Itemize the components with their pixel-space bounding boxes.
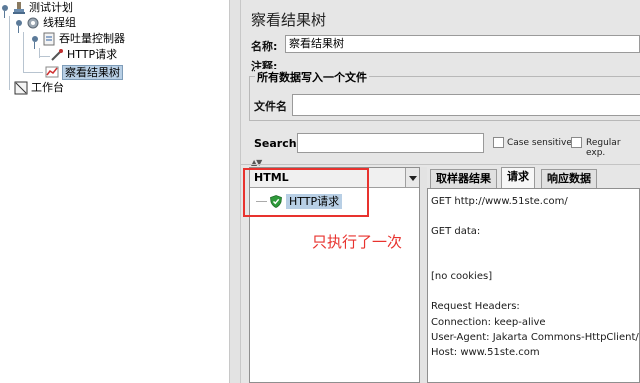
- test-plan-tree: 测试计划 线程组 吞吐量控制器 HTTP请求 察看结果树 工作台: [0, 0, 229, 383]
- name-field[interactable]: 察看结果树: [285, 35, 640, 53]
- divider: [241, 164, 640, 165]
- regular-exp-label: Regular exp.: [586, 138, 621, 158]
- tree-item-test-plan[interactable]: 测试计划: [1, 0, 73, 18]
- request-line: [no cookies]: [431, 271, 493, 282]
- tree-item-label: 工作台: [31, 81, 64, 94]
- filename-label: 文件名: [254, 100, 287, 113]
- request-line: GET http://www.51ste.com/: [431, 196, 568, 207]
- pane-splitter[interactable]: [229, 0, 241, 383]
- request-line: Connection: keep-alive: [431, 317, 546, 328]
- tree-item-label: 吞吐量控制器: [59, 32, 125, 45]
- test-plan-icon: [12, 1, 26, 15]
- tree-item-view-results-tree[interactable]: 察看结果树: [45, 64, 123, 80]
- toggle-icon[interactable]: [15, 19, 23, 33]
- search-input[interactable]: [297, 133, 484, 153]
- pipette-icon: [50, 48, 64, 62]
- name-label: 名称:: [251, 40, 278, 53]
- tree-item-throughput-controller[interactable]: 吞吐量控制器: [31, 31, 125, 49]
- page-title: 察看结果树: [251, 11, 327, 29]
- filename-field[interactable]: [292, 94, 640, 116]
- listener-chart-icon: [45, 65, 59, 79]
- tab-sampler-result[interactable]: 取样器结果: [430, 169, 497, 188]
- tree-item-label: 测试计划: [29, 1, 73, 14]
- tree-item-label: 察看结果树: [62, 64, 123, 80]
- write-to-file-title: 所有数据写入一个文件: [255, 69, 369, 85]
- regular-exp-checkbox[interactable]: [571, 137, 582, 148]
- tree-item-label: HTTP请求: [67, 48, 118, 61]
- chevron-down-icon[interactable]: [405, 168, 419, 187]
- toggle-icon[interactable]: [1, 4, 9, 18]
- tree-item-thread-group[interactable]: 线程组: [15, 15, 76, 33]
- request-line: Host: www.51ste.com: [431, 347, 540, 358]
- results-splitter[interactable]: [420, 167, 427, 383]
- tree-item-http-request[interactable]: HTTP请求: [50, 47, 117, 63]
- write-to-file-group: 所有数据写入一个文件 文件名: [249, 69, 640, 121]
- request-line: User-Agent: Jakarta Commons-HttpClient/3…: [431, 332, 640, 343]
- gear-icon: [26, 16, 40, 30]
- case-sensitive-label: Case sensitive: [507, 138, 572, 148]
- request-content: GET http://www.51ste.com/ GET data: [no …: [427, 188, 640, 383]
- search-label: Search:: [254, 137, 301, 150]
- controller-icon: [42, 32, 56, 46]
- workbench-icon: [14, 81, 28, 95]
- split-arrows-icon[interactable]: ▲▼: [251, 158, 262, 167]
- case-sensitive-checkbox[interactable]: [493, 137, 504, 148]
- tree-item-workbench[interactable]: 工作台: [14, 80, 64, 96]
- annotation-note: 只执行了一次: [312, 233, 403, 251]
- tab-response-data[interactable]: 响应数据: [541, 169, 597, 188]
- toggle-icon[interactable]: [31, 35, 39, 49]
- tree-item-label: 线程组: [43, 16, 76, 29]
- request-line: Request Headers:: [431, 301, 520, 312]
- request-line: GET data:: [431, 226, 481, 237]
- tab-request[interactable]: 请求: [501, 167, 535, 188]
- annotation-highlight-box: [243, 168, 369, 217]
